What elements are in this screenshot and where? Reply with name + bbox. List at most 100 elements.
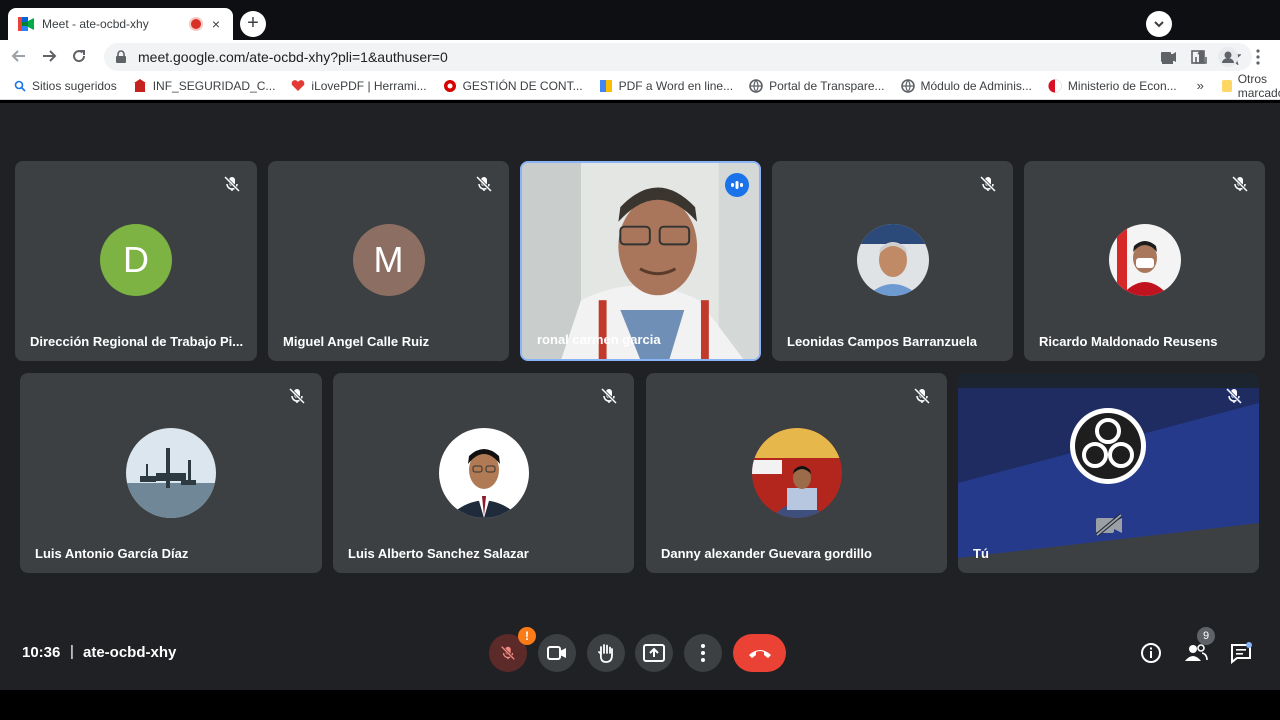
letterbox-bottom — [0, 690, 1280, 720]
avatar-photo — [438, 428, 529, 518]
participant-tile-active-video[interactable]: ronal carmen garcia — [520, 161, 761, 361]
mic-off-icon — [600, 387, 618, 405]
url-text: meet.google.com/ate-ocbd-xhy?pli=1&authu… — [138, 49, 448, 65]
pdf-icon — [599, 79, 613, 93]
other-bookmarks-folder[interactable]: Otros marcadores — [1221, 71, 1280, 100]
globe-icon — [749, 78, 763, 93]
tab-strip: Meet - ate-ocbd-xhy × + — [0, 0, 1280, 40]
browser-toolbar: meet.google.com/ate-ocbd-xhy?pli=1&authu… — [0, 40, 1280, 72]
participant-name: Miguel Angel Calle Ruiz — [283, 334, 430, 349]
speaking-indicator-icon — [725, 173, 749, 197]
present-screen-button[interactable] — [635, 634, 673, 672]
participant-video — [522, 163, 759, 359]
mic-off-icon — [500, 645, 516, 661]
mic-off-icon — [288, 387, 306, 405]
participant-name: ronal carmen garcia — [537, 332, 661, 347]
participant-tile[interactable]: Ricardo Maldonado Reusens — [1024, 161, 1265, 361]
globe-icon — [900, 78, 915, 93]
screen: Meet - ate-ocbd-xhy × + meet.google.com/… — [0, 0, 1280, 720]
flag-icon — [1048, 78, 1062, 93]
more-vert-icon[interactable] — [1248, 47, 1268, 67]
self-tile[interactable]: Tú — [958, 373, 1259, 573]
bookmarks-bar: Sitios sugeridos INF_SEGURIDAD_C... iLoveP… — [0, 72, 1280, 100]
address-bar[interactable]: meet.google.com/ate-ocbd-xhy?pli=1&authu… — [104, 43, 1252, 71]
participant-name: Luis Antonio García Díaz — [35, 546, 189, 561]
lock-icon — [116, 50, 126, 63]
avatar: D — [100, 224, 172, 296]
mic-off-icon — [979, 175, 997, 193]
avatar-photo — [1108, 224, 1181, 296]
reload-icon — [73, 50, 86, 63]
bookmark-label: Portal de Transpare... — [769, 78, 885, 93]
mic-off-icon — [913, 387, 931, 405]
present-icon — [643, 644, 665, 662]
time-separator: | — [70, 643, 74, 660]
participant-name: Dirección Regional de Trabajo Pi... — [30, 334, 244, 349]
meeting-time: 10:36 — [22, 644, 61, 661]
meeting-details-button[interactable] — [1139, 641, 1163, 665]
circle-logo-icon — [443, 79, 457, 93]
avatar-photo — [751, 428, 842, 518]
bookmark-label: Sitios sugeridos — [32, 78, 117, 93]
self-name: Tú — [973, 546, 989, 561]
avatar: M — [352, 224, 425, 296]
tab-close-button[interactable]: × — [209, 16, 223, 32]
participant-tile[interactable]: M Miguel Angel Calle Ruiz — [268, 161, 509, 361]
participant-name: Luis Alberto Sanchez Salazar — [348, 546, 529, 561]
participant-count-badge: 9 — [1197, 627, 1215, 645]
meeting-code: ate-ocbd-xhy — [83, 644, 177, 661]
profile-avatar-icon[interactable] — [1218, 47, 1238, 67]
bookmark-item[interactable]: Ministerio de Econ... — [1048, 79, 1177, 93]
bookmark-item[interactable]: INF_SEGURIDAD_C... — [133, 78, 275, 93]
participant-tile[interactable]: Luis Alberto Sanchez Salazar — [333, 373, 634, 573]
search-icon — [14, 80, 26, 92]
mic-off-icon — [1231, 175, 1249, 193]
bookmark-item[interactable]: iLovePDF | Herrami... — [291, 78, 427, 93]
reload-button[interactable] — [64, 41, 94, 71]
avatar-photo — [856, 224, 929, 296]
bookmark-item[interactable]: Portal de Transpare... — [749, 78, 885, 93]
participant-name: Danny alexander Guevara gordillo — [661, 546, 872, 561]
bookmarks-overflow-button[interactable]: » — [1197, 78, 1204, 93]
new-tab-button[interactable]: + — [240, 11, 266, 37]
other-bookmarks-label: Otros marcadores — [1237, 71, 1280, 100]
side-panel-icon[interactable] — [1188, 47, 1208, 67]
bookmark-label: Módulo de Adminis... — [920, 78, 1032, 93]
leave-call-button[interactable] — [733, 634, 786, 672]
bookmark-label: iLovePDF | Herrami... — [311, 78, 427, 93]
chevron-down-icon — [1154, 21, 1164, 28]
more-options-button[interactable] — [684, 634, 722, 672]
camera-toggle-button[interactable] — [538, 634, 576, 672]
participant-tile[interactable]: Luis Antonio García Díaz — [20, 373, 322, 573]
participant-tile[interactable]: Leonidas Campos Barranzuela — [772, 161, 1013, 361]
avatar-photo — [126, 428, 216, 518]
back-button[interactable] — [4, 41, 34, 71]
obs-logo-icon — [1070, 408, 1146, 484]
phone-hangup-icon — [748, 650, 771, 658]
participant-tile[interactable]: D Dirección Regional de Trabajo Pi... — [15, 161, 257, 361]
more-vert-icon — [701, 644, 705, 662]
bookmark-label: PDF a Word en line... — [618, 78, 734, 93]
meet-favicon-icon — [18, 17, 34, 31]
bookmark-item[interactable]: PDF a Word en line... — [599, 78, 734, 93]
bookmark-label: Ministerio de Econ... — [1067, 78, 1177, 93]
building-icon — [133, 78, 147, 93]
mic-toggle-button[interactable]: ! — [489, 627, 536, 672]
forward-button[interactable] — [34, 41, 64, 71]
tab-search-button[interactable] — [1146, 11, 1172, 37]
camera-off-icon — [1095, 513, 1123, 537]
mic-warning-badge: ! — [518, 627, 536, 645]
chat-button[interactable] — [1229, 641, 1253, 665]
heart-icon — [291, 79, 305, 92]
info-icon — [1141, 643, 1161, 663]
arrow-right-icon — [43, 50, 57, 62]
bookmark-item[interactable]: GESTIÓN DE CONT... — [443, 79, 583, 93]
bookmark-item[interactable]: Módulo de Adminis... — [900, 78, 1032, 93]
bookmark-item[interactable]: Sitios sugeridos — [14, 79, 117, 93]
raise-hand-button[interactable] — [587, 634, 625, 672]
tab-meet[interactable]: Meet - ate-ocbd-xhy × — [8, 8, 233, 40]
puzzle-icon[interactable] — [1158, 47, 1178, 67]
participant-tile[interactable]: Danny alexander Guevara gordillo — [646, 373, 947, 573]
bookmark-label: GESTIÓN DE CONT... — [462, 78, 583, 93]
chat-icon — [1231, 642, 1252, 664]
